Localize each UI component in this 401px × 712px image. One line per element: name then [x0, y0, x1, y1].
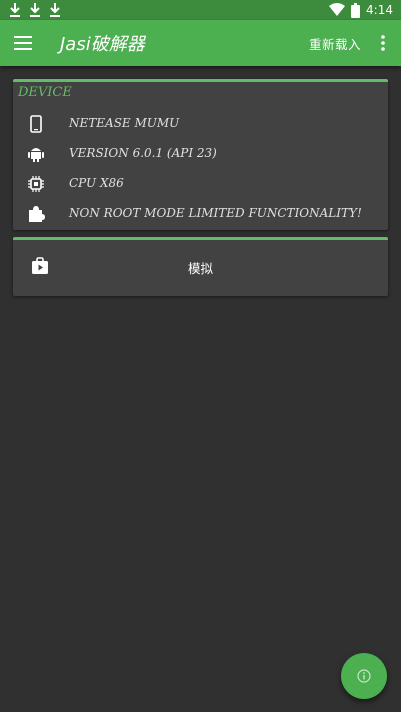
- reload-button[interactable]: 重新载入: [309, 34, 361, 53]
- download-icon: [50, 3, 60, 17]
- device-card: DEVICE NETEASE MUMU VERSION 6.0.1 (API 2…: [13, 79, 388, 230]
- battery-icon: [351, 2, 361, 18]
- simulate-label: 模拟: [187, 261, 213, 276]
- info-icon: [357, 669, 371, 683]
- phone-icon: [30, 115, 42, 133]
- device-row-version: VERSION 6.0.1 (API 23): [13, 142, 388, 166]
- android-version-text: VERSION 6.0.1 (API 23): [69, 146, 217, 160]
- more-vertical-icon[interactable]: [378, 34, 388, 52]
- root-mode-text: NON ROOT MODE LIMITED FUNCTIONALITY!: [69, 206, 362, 220]
- device-row-model: NETEASE MUMU: [13, 112, 388, 136]
- cpu-text: CPU X86: [69, 176, 124, 190]
- status-bar: 4:14: [0, 0, 401, 20]
- device-model-text: NETEASE MUMU: [69, 116, 180, 130]
- info-fab[interactable]: [341, 653, 387, 699]
- hamburger-menu-icon[interactable]: [13, 33, 33, 53]
- notification-icons: [8, 2, 62, 18]
- wifi-icon: [329, 3, 346, 16]
- app-title: Jasi破解器: [60, 34, 145, 55]
- app-toolbar: Jasi破解器 重新载入: [0, 20, 401, 66]
- app-screen: 4:14 Jasi破解器 重新载入 DEVICE NETEASE MUMU VE…: [0, 0, 401, 712]
- chip-icon: [28, 176, 44, 192]
- download-icon: [30, 3, 40, 17]
- device-row-cpu: CPU X86: [13, 172, 388, 196]
- download-icon: [10, 3, 20, 17]
- android-icon: [28, 148, 44, 162]
- device-row-mode: NON ROOT MODE LIMITED FUNCTIONALITY!: [13, 202, 388, 226]
- device-card-header: DEVICE: [18, 85, 72, 100]
- system-icons: 4:14: [329, 0, 393, 20]
- simulate-card[interactable]: 模拟: [13, 237, 388, 296]
- puzzle-icon: [29, 206, 45, 222]
- status-time: 4:14: [366, 3, 393, 17]
